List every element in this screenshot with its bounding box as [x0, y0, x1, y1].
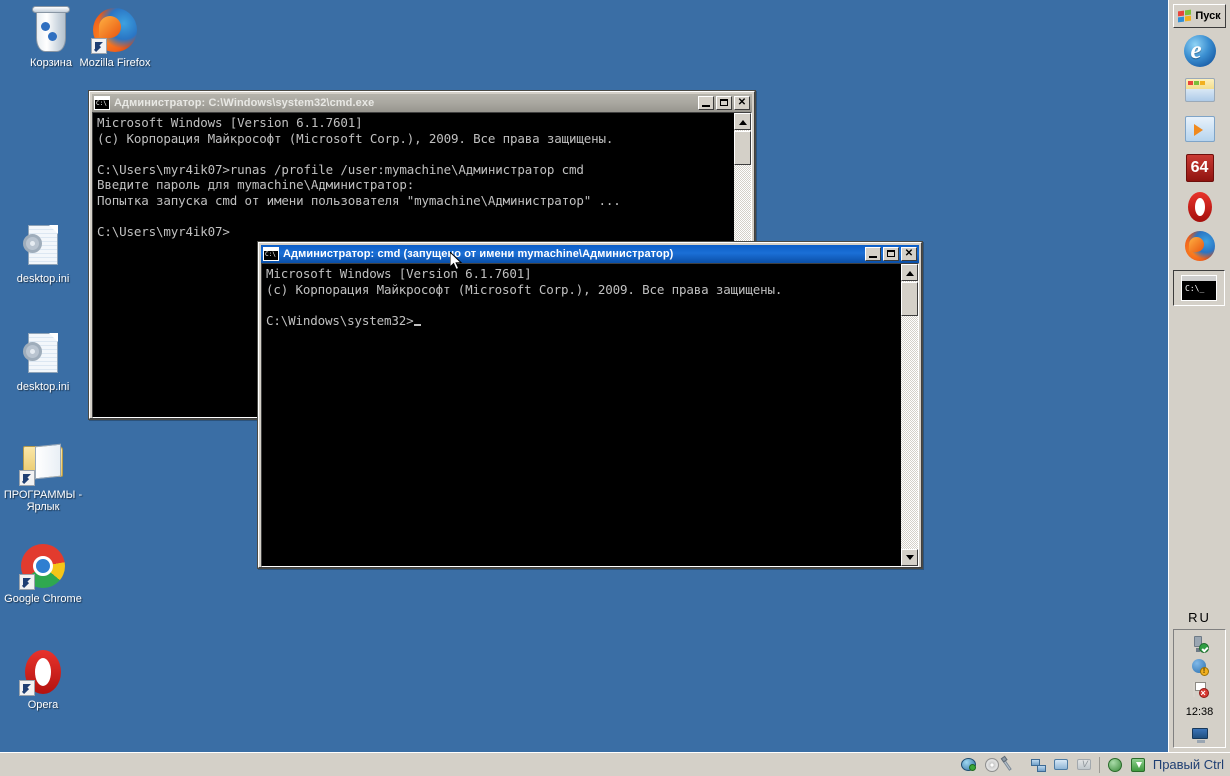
console-text: Microsoft Windows [Version 6.1.7601] (c)…	[93, 113, 751, 240]
media-player-icon	[1185, 116, 1215, 142]
maximize-button[interactable]	[883, 247, 899, 261]
chrome-icon	[19, 542, 67, 590]
vbox-host-key-icon[interactable]	[1130, 757, 1146, 773]
shortcut-overlay-icon	[19, 470, 35, 486]
scroll-up-button[interactable]	[734, 113, 751, 130]
start-button[interactable]: Пуск	[1173, 4, 1226, 28]
desktop[interactable]: Корзина Mozilla Firefox desktop.ini de	[0, 0, 1168, 752]
ini-file-icon	[19, 330, 67, 378]
titlebar-cmd-background[interactable]: C:\ Администратор: C:\Windows\system32\c…	[92, 94, 752, 112]
vbox-network-icon[interactable]	[1030, 757, 1046, 773]
taskbar-spacer	[1169, 306, 1230, 608]
windows-logo-icon	[1178, 10, 1192, 23]
shortcut-overlay-icon	[19, 574, 35, 590]
flag-icon	[1193, 682, 1195, 697]
desktop-icon-label: Google Chrome	[0, 593, 86, 605]
window-controls[interactable]: ✕	[865, 247, 918, 261]
window-title: Администратор: C:\Windows\system32\cmd.e…	[114, 97, 698, 109]
error-badge-icon	[1199, 688, 1209, 698]
quicklaunch-internet-explorer[interactable]	[1184, 35, 1216, 67]
minimize-button[interactable]	[698, 96, 714, 110]
64-icon: 64	[1186, 154, 1214, 182]
language-indicator[interactable]: RU	[1169, 608, 1230, 629]
console-icon: C:\	[263, 247, 279, 261]
tray-icon-action-center[interactable]	[1191, 681, 1209, 699]
desktop-icon-desktop-ini-1[interactable]: desktop.ini	[0, 222, 86, 285]
status-separator	[1099, 757, 1100, 773]
system-tray[interactable]: ! 12:38	[1173, 629, 1226, 748]
vbox-remote-display-icon[interactable]	[1107, 757, 1123, 773]
recycle-bin-icon	[27, 6, 75, 54]
start-button-label: Пуск	[1195, 10, 1220, 22]
desktop-icon-programs-folder[interactable]: ПРОГРАММЫ - Ярлык	[0, 438, 86, 513]
monitor-icon	[1192, 728, 1208, 739]
scrollbar-thumb[interactable]	[734, 131, 751, 165]
vbox-shared-folder-icon[interactable]	[1076, 757, 1092, 773]
vbox-optical-disc-icon[interactable]	[984, 757, 1000, 773]
window-controls[interactable]: ✕	[698, 96, 751, 110]
close-button[interactable]: ✕	[901, 247, 917, 261]
folder-icon	[19, 438, 67, 486]
opera-icon	[1188, 192, 1212, 222]
console-caret	[414, 324, 421, 326]
shortcut-overlay-icon	[91, 38, 107, 54]
task-button-cmd[interactable]: C:\_	[1173, 270, 1225, 306]
close-button[interactable]: ✕	[734, 96, 750, 110]
quick-launch-bar[interactable]: 64	[1175, 31, 1224, 262]
vbox-usb-icon[interactable]	[1053, 757, 1069, 773]
console-icon: C:\_	[1181, 275, 1217, 301]
firefox-icon	[1185, 231, 1215, 261]
quicklaunch-firefox[interactable]	[1184, 230, 1216, 262]
quicklaunch-opera[interactable]	[1184, 191, 1216, 223]
scroll-down-button[interactable]	[901, 549, 918, 566]
vbox-floppy-icon[interactable]	[1007, 757, 1023, 773]
desktop-icon-label: Mozilla Firefox	[72, 57, 158, 69]
check-badge-icon	[1199, 643, 1209, 653]
quicklaunch-media-player[interactable]	[1184, 113, 1216, 145]
scrollbar-thumb[interactable]	[901, 282, 918, 316]
desktop-icon-opera[interactable]: Opera	[0, 648, 86, 711]
task-button-list[interactable]: C:\_	[1169, 262, 1230, 306]
titlebar-cmd-elevated[interactable]: C:\ Администратор: cmd (запущено от имен…	[261, 245, 919, 263]
virtualbox-status-bar[interactable]: Правый Ctrl	[0, 752, 1230, 776]
desktop-icon-label: desktop.ini	[0, 381, 86, 393]
desktop-icon-label: Opera	[0, 699, 86, 711]
desktop-icon-label: ПРОГРАММЫ - Ярлык	[0, 489, 86, 513]
firefox-icon	[91, 6, 139, 54]
scroll-up-button[interactable]	[901, 264, 918, 281]
quicklaunch-app-64[interactable]: 64	[1184, 152, 1216, 184]
shortcut-overlay-icon	[19, 680, 35, 696]
ini-file-icon	[19, 222, 67, 270]
tray-icon-safely-remove-hardware[interactable]	[1191, 635, 1209, 653]
tray-icon-network-status[interactable]: !	[1191, 658, 1209, 676]
show-desktop-button[interactable]	[1191, 725, 1209, 743]
console-output-cmd-elevated[interactable]: Microsoft Windows [Version 6.1.7601] (c)…	[261, 263, 919, 567]
internet-explorer-icon	[1184, 35, 1216, 67]
minimize-button[interactable]	[865, 247, 881, 261]
host-key-label: Правый Ctrl	[1153, 757, 1224, 772]
scrollbar-track[interactable]	[901, 281, 918, 549]
taskbar[interactable]: Пуск 64 C:\_	[1168, 0, 1230, 752]
desktop-icon-firefox[interactable]: Mozilla Firefox	[72, 6, 158, 69]
folder-explorer-icon	[1185, 78, 1215, 102]
opera-icon	[19, 648, 67, 696]
taskbar-clock[interactable]: 12:38	[1186, 704, 1214, 718]
window-title: Администратор: cmd (запущено от имени my…	[283, 248, 865, 260]
vbox-hard-disk-icon[interactable]	[961, 757, 977, 773]
console-icon: C:\	[94, 96, 110, 110]
window-cmd-elevated[interactable]: C:\ Администратор: cmd (запущено от имен…	[257, 241, 923, 569]
desktop-icon-desktop-ini-2[interactable]: desktop.ini	[0, 330, 86, 393]
quicklaunch-windows-explorer[interactable]	[1184, 74, 1216, 106]
virtualbox-guest-screen: Корзина Mozilla Firefox desktop.ini de	[0, 0, 1230, 776]
warning-badge-icon: !	[1200, 667, 1209, 676]
desktop-icon-label: desktop.ini	[0, 273, 86, 285]
desktop-icon-google-chrome[interactable]: Google Chrome	[0, 542, 86, 605]
vertical-scrollbar[interactable]	[901, 264, 918, 566]
maximize-button[interactable]	[716, 96, 732, 110]
console-text: Microsoft Windows [Version 6.1.7601] (c)…	[262, 264, 918, 328]
